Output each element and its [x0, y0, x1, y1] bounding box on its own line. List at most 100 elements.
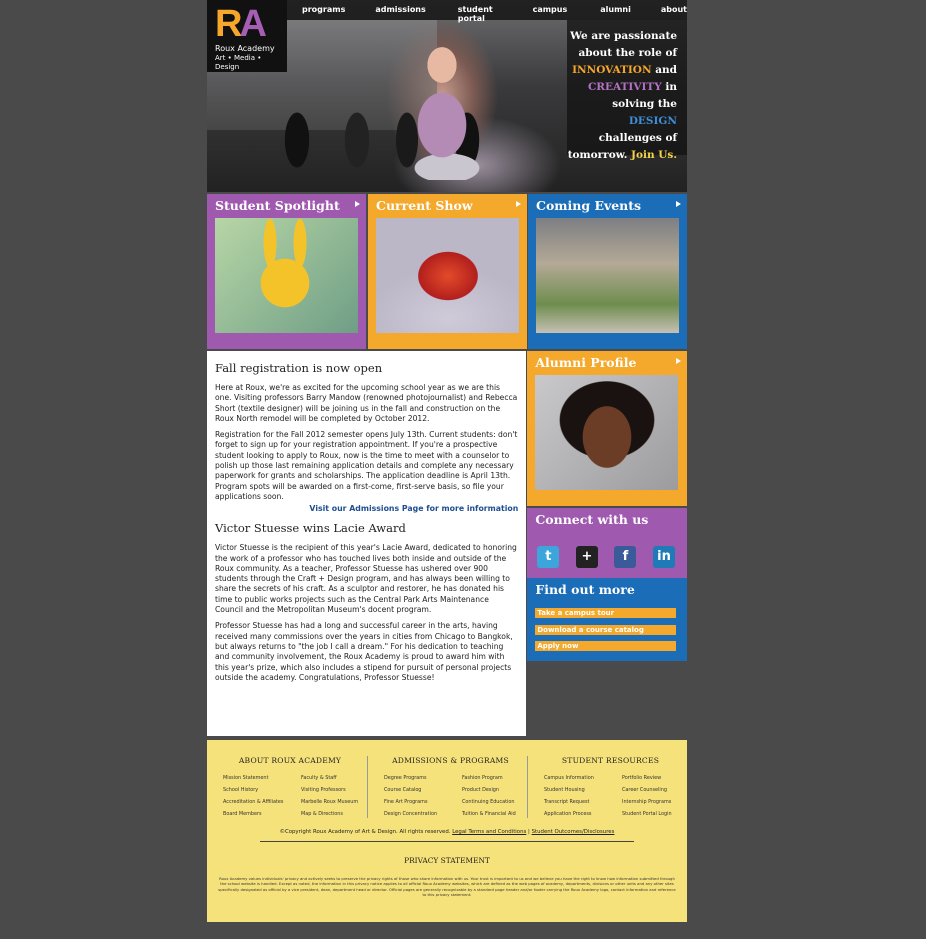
tile-current-show[interactable]: Current Show [368, 194, 527, 349]
footer-link[interactable]: Portfolio Review [622, 774, 684, 782]
find-out-more-title: Find out more [535, 582, 635, 597]
article-paragraph: Here at Roux, we're as excited for the u… [215, 383, 518, 423]
google-plus-icon[interactable]: + [575, 546, 598, 568]
footer-link[interactable]: Product Design [462, 786, 524, 794]
alumni-profile-panel[interactable]: Alumni Profile [527, 351, 687, 506]
tagline-tomorrow: tomorrow. [567, 149, 632, 161]
footer-col-about: ABOUT ROUX ACADEMY Mission Statement Fac… [207, 756, 367, 818]
nav-admissions[interactable]: admissions [375, 0, 425, 20]
link-course-catalog[interactable]: Download a course catalog [535, 624, 677, 635]
hero-student-photo [402, 40, 482, 180]
hero-tagline: We are passionate about the role of INNO… [567, 20, 687, 161]
nav-alumni[interactable]: alumni [600, 0, 631, 20]
footer-link[interactable]: Fashion Program [462, 774, 524, 782]
tagline-creativity: CREATIVITY [587, 81, 662, 93]
find-out-more-links: Take a campus tour Download a course cat… [535, 608, 679, 651]
footer-link[interactable]: Fine Art Programs [384, 798, 462, 806]
nav-about[interactable]: about [661, 0, 687, 20]
footer-link[interactable]: Visiting Professors [301, 786, 363, 794]
nav-campus[interactable]: campus [533, 0, 568, 20]
coming-events-image [536, 218, 679, 333]
footer-link[interactable]: Tuition & Financial Aid [462, 810, 524, 818]
tile-student-spotlight[interactable]: Student Spotlight [207, 194, 366, 349]
sidebar: Alumni Profile Connect with us t + f in … [527, 351, 687, 736]
footer-link[interactable]: Mission Statement [223, 774, 301, 782]
link-apply-now[interactable]: Apply now [535, 641, 677, 651]
footer-col-admissions: ADMISSIONS & PROGRAMS Degree Programs Fa… [367, 756, 527, 818]
footer-link[interactable]: Board Members [223, 810, 301, 818]
connect-title: Connect with us [535, 512, 649, 527]
tile-coming-events[interactable]: Coming Events [528, 194, 687, 349]
footer-links: Degree Programs Fashion Program Course C… [384, 774, 517, 818]
footer-link[interactable]: Student Portal Login [622, 810, 684, 818]
logo-mark-r: R [215, 3, 243, 45]
tile-title: Student Spotlight [215, 198, 340, 213]
news-article: Fall registration is now open Here at Ro… [207, 351, 527, 736]
twitter-icon[interactable]: t [537, 546, 560, 568]
linkedin-icon[interactable]: in [652, 546, 675, 568]
logo-mark-a: A [239, 3, 267, 45]
footer-link[interactable]: Application Process [544, 810, 622, 818]
tile-title: Coming Events [536, 198, 642, 213]
footer-columns: ABOUT ROUX ACADEMY Mission Statement Fac… [207, 756, 687, 818]
footer-link[interactable]: Accreditation & Affiliates [223, 798, 301, 806]
tagline-line-4: CREATIVITY in [567, 79, 677, 96]
footer-link[interactable]: Course Catalog [384, 786, 462, 794]
tagline-line-7: tomorrow. Join Us. [567, 147, 677, 164]
alumni-profile-title: Alumni Profile [535, 355, 637, 370]
footer-col-title: STUDENT RESOURCES [561, 756, 660, 765]
footer-link[interactable]: Degree Programs [384, 774, 462, 782]
facebook-icon[interactable]: f [614, 546, 637, 568]
main-nav: programs admissions student portal campu… [287, 0, 687, 23]
footer-link[interactable]: Marbelle Roux Museum [301, 798, 363, 806]
footer-link[interactable]: Transcript Request [544, 798, 622, 806]
arrow-right-icon [516, 201, 521, 207]
footer-link[interactable]: Student Housing [544, 786, 622, 794]
footer-link[interactable]: Campus Information [544, 774, 622, 782]
footer-link[interactable]: Internship Programs [622, 798, 684, 806]
feature-tiles: Student Spotlight Current Show Coming Ev… [207, 194, 687, 349]
nav-programs[interactable]: programs [302, 0, 345, 20]
student-spotlight-image [215, 218, 358, 333]
tagline-innovation: INNOVATION [572, 64, 652, 76]
article-title-registration: Fall registration is now open [215, 361, 383, 375]
nav-student-portal[interactable]: student portal [458, 0, 501, 23]
tagline-line-3: INNOVATION and [567, 62, 677, 79]
footer-divider [260, 841, 634, 842]
tagline-design: DESIGN [628, 115, 677, 127]
student-outcomes-link[interactable]: Student Outcomes/Disclosures [532, 829, 615, 835]
footer-separator: | [528, 829, 530, 835]
connect-panel: Connect with us t + f in [527, 508, 687, 578]
footer-link[interactable]: Map & Directions [301, 810, 363, 818]
tagline-line-5: solving the DESIGN [567, 96, 677, 130]
arrow-right-icon [355, 201, 360, 207]
link-campus-tour[interactable]: Take a campus tour [535, 608, 677, 618]
footer-link[interactable]: Career Counseling [622, 786, 684, 794]
logo-tagline: Art • Media • Design [215, 54, 262, 71]
copyright-text: ©Copyright Roux Academy of Art & Design.… [279, 829, 451, 835]
hero-banner: RA Roux Academy Art • Media • Design pro… [207, 0, 687, 192]
social-links: t + f in [535, 530, 679, 568]
footer-link[interactable]: Faculty & Staff [301, 774, 363, 782]
alumni-photo [535, 375, 679, 490]
article-paragraph: Victor Stuesse is the recipient of this … [215, 543, 517, 615]
arrow-right-icon [676, 358, 681, 364]
footer-link[interactable]: School History [223, 786, 301, 794]
article-paragraph: Professor Stuesse has had a long and suc… [215, 621, 513, 682]
current-show-image [376, 218, 519, 333]
article-title-award: Victor Stuesse wins Lacie Award [215, 521, 406, 536]
arrow-right-icon [676, 201, 681, 207]
join-us-link[interactable]: Join Us. [631, 149, 677, 161]
privacy-title: PRIVACY STATEMENT [404, 856, 490, 865]
footer-links: Campus Information Portfolio Review Stud… [544, 774, 677, 818]
tagline-line-2: about the role of [578, 47, 678, 59]
footer-link[interactable]: Continuing Education [462, 798, 524, 806]
logo-mark: RA [215, 3, 279, 45]
page: RA Roux Academy Art • Media • Design pro… [207, 0, 687, 922]
footer-link[interactable]: Design Concentration [384, 810, 462, 818]
logo[interactable]: RA Roux Academy Art • Media • Design [207, 0, 287, 72]
tagline-and: and [651, 64, 677, 76]
legal-terms-link[interactable]: Legal Terms and Conditions [452, 829, 526, 835]
admissions-page-link[interactable]: Visit our Admissions Page for more infor… [215, 504, 518, 513]
footer-col-title: ABOUT ROUX ACADEMY [238, 756, 342, 765]
